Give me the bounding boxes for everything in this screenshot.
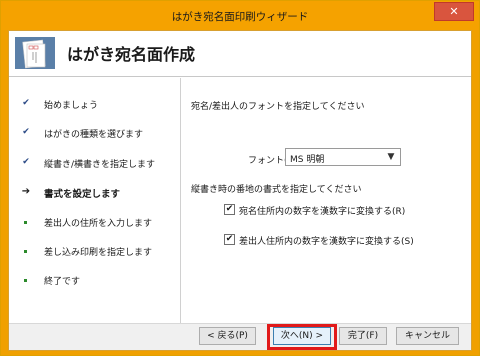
back-button[interactable]: < 戻る(P) [199,327,256,345]
wizard-client-area: はがき宛名面作成 ✔ 始めましょう ✔ はがきの種類を選びます ✔ 縦書き/横書… [8,30,472,351]
step-label: 書式を設定します [44,189,121,200]
font-section-heading: 宛名/差出人のフォントを指定してください [191,102,365,112]
step-item-finish[interactable]: 終了です [9,271,181,291]
font-select-value: MS 明朝 [290,155,325,165]
number-section-heading: 縦書き時の番地の書式を指定してください [191,185,362,195]
finish-button[interactable]: 完了(F) [339,327,387,345]
checkbox-label: 宛名住所内の数字を漢数字に変換する(R) [239,207,406,217]
step-item-orientation[interactable]: ✔ 縦書き/横書きを指定します [9,154,181,174]
next-button[interactable]: 次へ(N) > [273,327,331,345]
checkbox-sender-kanji[interactable]: ✔ 差出人住所内の数字を漢数字に変換する(S) [224,234,414,250]
checkbox-label: 差出人住所内の数字を漢数字に変換する(S) [239,237,414,247]
step-label: 終了です [44,277,81,287]
check-icon: ✔ [22,157,30,167]
check-icon: ✔ [22,98,30,108]
settings-pane: 宛名/差出人のフォントを指定してください フォント(O): MS 明朝 ▼ 縦書… [182,78,471,323]
step-item-card-type[interactable]: ✔ はがきの種類を選びます [9,124,181,144]
step-item-format[interactable]: ➔ 書式を設定します [9,183,181,203]
wizard-window: はがき宛名面印刷ウィザード ✕ はがき宛名面作成 ✔ 始めましょう ✔ はがきの… [0,0,480,356]
step-label: 始めましょう [44,101,99,111]
window-title: はがき宛名面印刷ウィザード [171,11,309,23]
page-title: はがき宛名面作成 [67,45,196,64]
bullet-icon [24,250,27,253]
close-button[interactable]: ✕ [434,2,474,21]
title-bar: はがき宛名面印刷ウィザード ✕ [1,1,479,30]
checkbox-checked-icon[interactable]: ✔ [224,204,235,215]
checkbox-recipient-kanji[interactable]: ✔ 宛名住所内の数字を漢数字に変換する(R) [224,204,405,220]
step-label: 縦書き/横書きを指定します [44,160,156,170]
step-item-mail-merge[interactable]: 差し込み印刷を指定します [9,242,181,262]
chevron-down-icon: ▼ [387,152,395,162]
wizard-footer: < 戻る(P) 次へ(N) > 完了(F) キャンセル [9,323,471,350]
checkbox-checked-icon[interactable]: ✔ [224,234,235,245]
wizard-header: はがき宛名面作成 [9,31,471,77]
step-label: 差出人の住所を入力します [44,219,153,229]
step-item-sender-address[interactable]: 差出人の住所を入力します [9,213,181,233]
steps-pane: ✔ 始めましょう ✔ はがきの種類を選びます ✔ 縦書き/横書きを指定します ➔… [9,78,181,323]
check-icon: ✔ [22,127,30,137]
font-select[interactable]: MS 明朝 ▼ [285,148,401,166]
arrow-right-icon: ➔ [21,186,31,197]
step-label: 差し込み印刷を指定します [44,248,153,258]
step-item-start[interactable]: ✔ 始めましょう [9,95,181,115]
step-label: はがきの種類を選びます [44,130,144,140]
cancel-button[interactable]: キャンセル [396,327,459,345]
bullet-icon [24,221,27,224]
bullet-icon [24,279,27,282]
postcard-icon [15,37,55,69]
